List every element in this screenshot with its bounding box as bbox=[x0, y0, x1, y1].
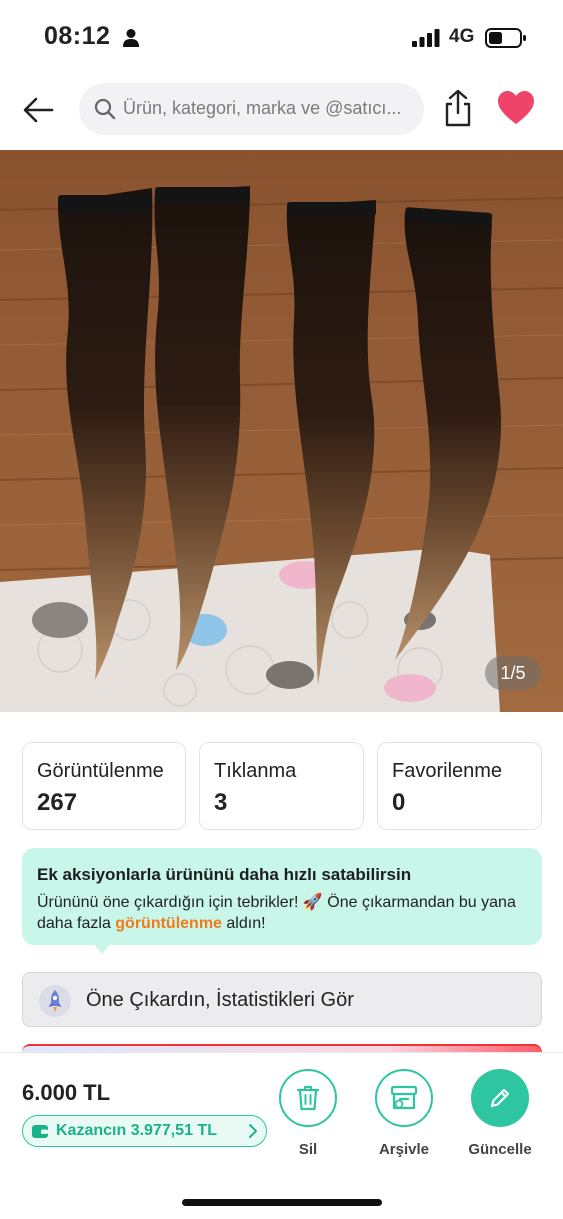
trash-icon bbox=[296, 1085, 320, 1111]
network-type: 4G bbox=[449, 26, 475, 47]
stat-card-views: Görüntülenme 267 bbox=[22, 742, 186, 830]
stat-label: Favorilenme bbox=[392, 760, 503, 782]
promo-text: Ürününü öne çıkardığın için tebrikler! 🚀… bbox=[37, 892, 527, 934]
image-counter: 1/5 bbox=[485, 656, 541, 690]
stat-label: Tıklanma bbox=[214, 760, 297, 782]
rocket-icon bbox=[39, 985, 71, 1017]
promo-banner: Ek aksiyonlarla ürününü daha hızlı satab… bbox=[22, 848, 542, 945]
product-image[interactable]: 1/5 bbox=[0, 150, 563, 712]
stat-card-clicks: Tıklanma 3 bbox=[199, 742, 364, 830]
archive-label: Arşivle bbox=[378, 1141, 430, 1158]
archive-button[interactable]: Arşivle bbox=[364, 1069, 444, 1158]
home-indicator[interactable] bbox=[182, 1199, 382, 1206]
view-stats-label: Öne Çıkardın, İstatistikleri Gör bbox=[86, 989, 354, 1011]
view-stats-button[interactable]: Öne Çıkardın, İstatistikleri Gör bbox=[22, 972, 542, 1027]
promo-text-highlight: görüntülenme bbox=[115, 915, 222, 932]
share-icon[interactable] bbox=[440, 88, 476, 128]
status-time: 08:12 bbox=[44, 22, 111, 50]
pencil-icon bbox=[490, 1088, 510, 1108]
delete-label: Sil bbox=[298, 1141, 318, 1158]
stat-value: 0 bbox=[392, 789, 406, 816]
search-bar[interactable]: Ürün, kategori, marka ve @satıcı... bbox=[79, 83, 424, 135]
bottom-action-bar: 6.000 TL Kazancın 3.977,51 TL Sil Arşivl… bbox=[0, 1052, 563, 1219]
stat-label: Görüntülenme bbox=[37, 760, 164, 782]
promo-title: Ek aksiyonlarla ürününü daha hızlı satab… bbox=[37, 865, 412, 884]
update-label: Güncelle bbox=[468, 1141, 532, 1158]
delete-button-circle[interactable] bbox=[279, 1069, 337, 1127]
stat-value: 3 bbox=[214, 789, 228, 816]
wallet-icon bbox=[32, 1125, 48, 1138]
earnings-badge[interactable]: Kazancın 3.977,51 TL bbox=[22, 1115, 267, 1147]
signal-icon bbox=[412, 29, 440, 47]
stat-card-favorites: Favorilenme 0 bbox=[377, 742, 542, 830]
promo-text-after: aldın! bbox=[221, 915, 266, 932]
update-button[interactable]: Güncelle bbox=[460, 1069, 540, 1158]
delete-button[interactable]: Sil bbox=[268, 1069, 348, 1158]
update-button-circle[interactable] bbox=[471, 1069, 529, 1127]
archive-button-circle[interactable] bbox=[375, 1069, 433, 1127]
promo-text-before: Ürününü öne çıkardığın için tebrikler! 🚀… bbox=[37, 894, 516, 932]
price: 6.000 TL bbox=[22, 1080, 111, 1105]
favorite-heart-icon[interactable] bbox=[496, 90, 536, 126]
battery-icon bbox=[485, 28, 526, 48]
search-icon bbox=[94, 98, 116, 120]
archive-icon bbox=[390, 1085, 418, 1110]
product-photo-illustration bbox=[0, 150, 563, 712]
person-icon bbox=[123, 29, 139, 47]
status-bar: 08:12 4G bbox=[0, 0, 563, 76]
promo-pointer bbox=[92, 942, 112, 954]
earnings-label: Kazancın 3.977,51 TL bbox=[56, 1122, 217, 1139]
chevron-right-icon bbox=[249, 1124, 257, 1138]
search-placeholder: Ürün, kategori, marka ve @satıcı... bbox=[123, 98, 402, 118]
back-arrow-icon[interactable] bbox=[20, 92, 56, 128]
stat-value: 267 bbox=[37, 789, 78, 816]
